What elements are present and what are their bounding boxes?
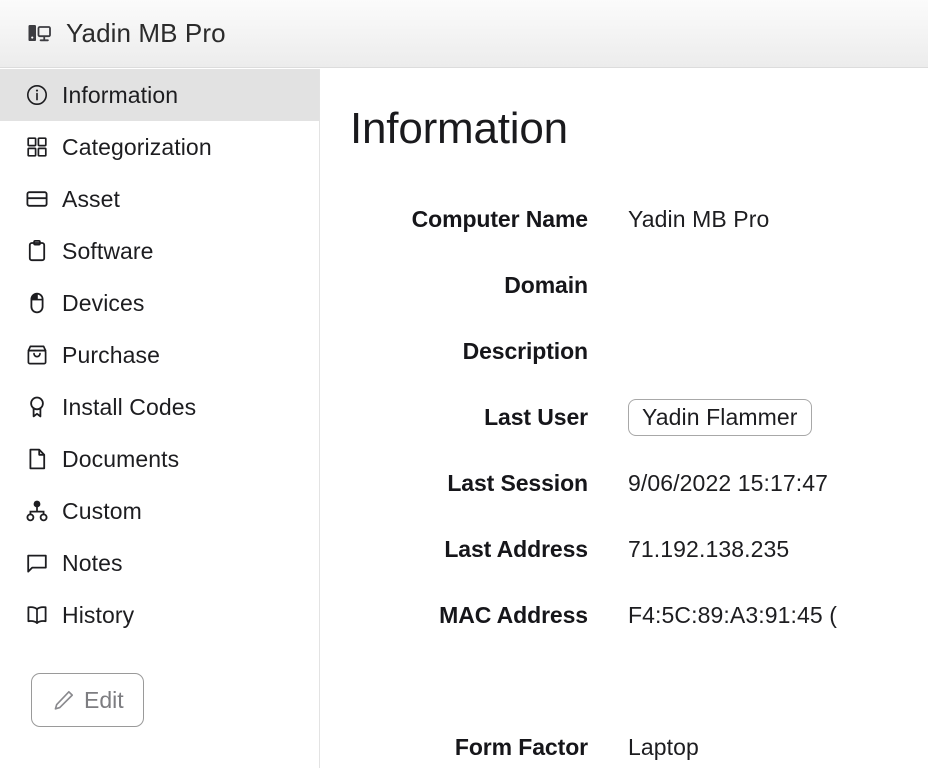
sidebar-item-information[interactable]: Information: [0, 69, 319, 121]
sidebar-item-label: Custom: [62, 498, 142, 525]
speech-bubble-icon: [24, 550, 50, 576]
file-icon: [24, 446, 50, 472]
field-value-form-factor: Laptop: [628, 734, 699, 761]
sidebar-item-documents[interactable]: Documents: [0, 433, 319, 485]
field-row-form-factor: Form Factor Laptop: [321, 714, 928, 768]
field-label: Domain: [321, 272, 628, 299]
sidebar-item-label: Information: [62, 82, 178, 109]
grid-squares-icon: [24, 134, 50, 160]
field-row-computer-name: Computer Name Yadin MB Pro: [321, 186, 928, 252]
sidebar-item-asset[interactable]: Asset: [0, 173, 319, 225]
sidebar-item-custom[interactable]: Custom: [0, 485, 319, 537]
sidebar-item-label: Purchase: [62, 342, 160, 369]
sidebar-item-devices[interactable]: Devices: [0, 277, 319, 329]
page-title: Information: [350, 104, 568, 154]
main-content: Information Computer Name Yadin MB Pro D…: [321, 69, 928, 768]
book-icon: [24, 602, 50, 628]
field-label: Last User: [321, 404, 628, 431]
field-label: Description: [321, 338, 628, 365]
info-circle-icon: [24, 82, 50, 108]
mouse-icon: [24, 290, 50, 316]
field-row-domain: Domain: [321, 252, 928, 318]
field-row-mac-address: MAC Address F4:5C:89:A3:91:45 (: [321, 582, 928, 648]
information-field-list: Computer Name Yadin MB Pro Domain Descri…: [321, 186, 928, 768]
window-title: Yadin MB Pro: [66, 18, 226, 49]
field-row-last-session: Last Session 9/06/2022 15:17:47: [321, 450, 928, 516]
field-value-computer-name: Yadin MB Pro: [628, 206, 769, 233]
field-label: Form Factor: [321, 734, 628, 761]
field-value-last-user[interactable]: Yadin Flammer: [628, 399, 812, 436]
sidebar-item-label: Notes: [62, 550, 123, 577]
sidebar-item-label: Software: [62, 238, 154, 265]
sidebar-nav-list: Information Categorization: [0, 69, 319, 641]
sidebar-item-purchase[interactable]: Purchase: [0, 329, 319, 381]
sidebar-item-software[interactable]: Software: [0, 225, 319, 277]
sidebar: Information Categorization: [0, 69, 320, 768]
app-window: Yadin MB Pro Information: [0, 0, 928, 768]
field-label: Computer Name: [321, 206, 628, 233]
sidebar-item-label: Devices: [62, 290, 145, 317]
pencil-icon: [51, 688, 75, 712]
edit-button-label: Edit: [84, 687, 124, 714]
sidebar-item-categorization[interactable]: Categorization: [0, 121, 319, 173]
field-row-last-user: Last User Yadin Flammer: [321, 384, 928, 450]
field-row-description: Description: [321, 318, 928, 384]
sidebar-item-label: Install Codes: [62, 394, 196, 421]
sidebar-item-label: History: [62, 602, 134, 629]
field-value-last-address: 71.192.138.235: [628, 536, 789, 563]
field-label: MAC Address: [321, 602, 628, 629]
clipboard-icon: [24, 238, 50, 264]
hierarchy-icon: [24, 498, 50, 524]
award-icon: [24, 394, 50, 420]
window-titlebar: Yadin MB Pro: [0, 0, 928, 68]
edit-button[interactable]: Edit: [31, 673, 144, 727]
field-value-mac-address: F4:5C:89:A3:91:45 (: [628, 602, 837, 629]
field-row-spacer: [321, 648, 928, 714]
sidebar-item-notes[interactable]: Notes: [0, 537, 319, 589]
devices-icon: [24, 19, 54, 49]
edit-button-container: Edit: [0, 641, 319, 727]
sidebar-item-label: Asset: [62, 186, 120, 213]
credit-card-icon: [24, 186, 50, 212]
field-label: Last Session: [321, 470, 628, 497]
sidebar-item-label: Documents: [62, 446, 179, 473]
shopping-bag-icon: [24, 342, 50, 368]
sidebar-item-label: Categorization: [62, 134, 212, 161]
field-value-last-session: 9/06/2022 15:17:47: [628, 470, 828, 497]
sidebar-item-install-codes[interactable]: Install Codes: [0, 381, 319, 433]
sidebar-item-history[interactable]: History: [0, 589, 319, 641]
field-row-last-address: Last Address 71.192.138.235: [321, 516, 928, 582]
field-label: Last Address: [321, 536, 628, 563]
